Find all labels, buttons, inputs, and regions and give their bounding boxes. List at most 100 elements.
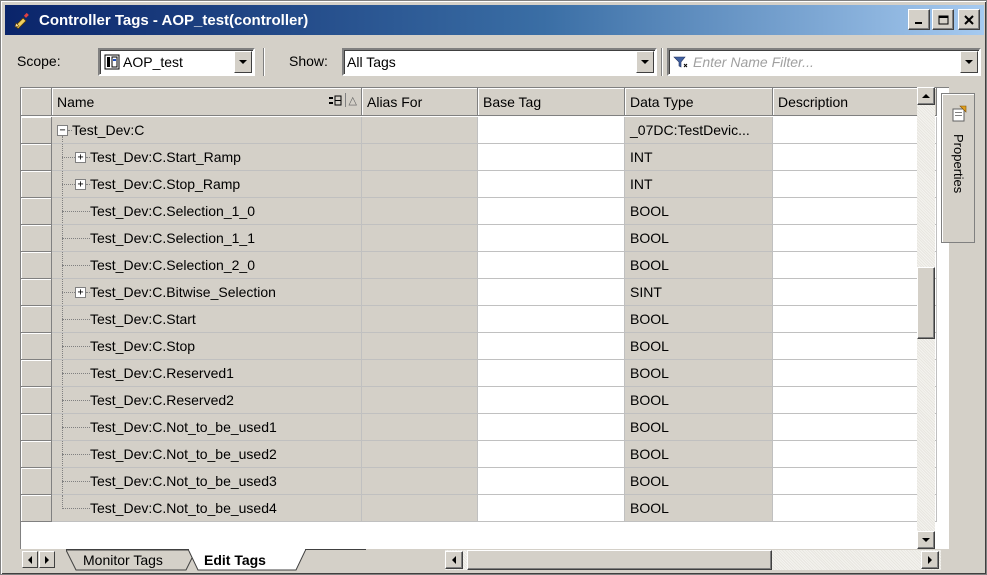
column-header-data-type[interactable]: Data Type (625, 88, 773, 116)
tab-scroll-left-button[interactable] (22, 551, 38, 568)
data-type-cell[interactable]: BOOL (625, 198, 773, 225)
description-cell[interactable] (773, 225, 937, 252)
table-row[interactable]: Test_Dev:C.Start BOOL (21, 306, 949, 333)
tab-monitor-tags[interactable]: Monitor Tags (83, 552, 163, 568)
title-bar[interactable]: Controller Tags - AOP_test(controller) (5, 5, 984, 35)
description-cell[interactable] (773, 252, 937, 279)
description-cell[interactable] (773, 441, 937, 468)
description-cell[interactable] (773, 495, 937, 522)
description-cell[interactable] (773, 387, 937, 414)
name-cell[interactable]: Test_Dev:C.Selection_1_1 (52, 225, 362, 252)
table-row[interactable]: Test_Dev:C.Reserved2 BOOL (21, 387, 949, 414)
data-type-cell[interactable]: BOOL (625, 441, 773, 468)
chevron-down-icon[interactable] (234, 51, 252, 73)
table-row[interactable]: − Test_Dev:C _07DC:TestDevic... (21, 117, 949, 144)
base-tag-cell[interactable] (478, 117, 625, 144)
data-type-cell[interactable]: BOOL (625, 360, 773, 387)
table-row[interactable]: Test_Dev:C.Not_to_be_used4 BOOL (21, 495, 949, 522)
row-header[interactable] (21, 333, 52, 360)
base-tag-cell[interactable] (478, 225, 625, 252)
alias-for-cell[interactable] (362, 387, 478, 414)
description-cell[interactable] (773, 117, 937, 144)
data-type-cell[interactable]: BOOL (625, 306, 773, 333)
expand-icon[interactable]: + (75, 152, 86, 163)
close-button[interactable] (958, 9, 980, 30)
tab-scroll-right-button[interactable] (39, 551, 55, 568)
alias-for-cell[interactable] (362, 306, 478, 333)
base-tag-cell[interactable] (478, 495, 625, 522)
expand-icon[interactable]: + (75, 287, 86, 298)
tag-grid[interactable]: Name △ Alias For Base Tag Data Type Desc… (20, 87, 949, 549)
name-cell[interactable]: Test_Dev:C.Reserved1 (52, 360, 362, 387)
alias-for-cell[interactable] (362, 252, 478, 279)
tab-edit-tags[interactable]: Edit Tags (204, 552, 266, 568)
row-header[interactable] (21, 252, 52, 279)
row-header[interactable] (21, 495, 52, 522)
table-row[interactable]: Test_Dev:C.Not_to_be_used1 BOOL (21, 414, 949, 441)
vertical-scroll-thumb[interactable] (917, 267, 935, 339)
name-cell[interactable]: Test_Dev:C.Not_to_be_used2 (52, 441, 362, 468)
alias-for-cell[interactable] (362, 171, 478, 198)
description-cell[interactable] (773, 198, 937, 225)
properties-side-tab[interactable]: Properties (941, 93, 975, 243)
name-cell[interactable]: Test_Dev:C.Start (52, 306, 362, 333)
name-cell[interactable]: Test_Dev:C.Not_to_be_used1 (52, 414, 362, 441)
name-cell[interactable]: + Test_Dev:C.Start_Ramp (52, 144, 362, 171)
column-header-alias-for[interactable]: Alias For (362, 88, 478, 116)
minimize-button[interactable] (908, 9, 930, 30)
row-header[interactable] (21, 279, 52, 306)
base-tag-cell[interactable] (478, 333, 625, 360)
data-type-cell[interactable]: BOOL (625, 414, 773, 441)
sort-ascending-icon[interactable]: △ (349, 94, 357, 107)
alias-for-cell[interactable] (362, 360, 478, 387)
data-type-cell[interactable]: BOOL (625, 495, 773, 522)
name-cell[interactable]: Test_Dev:C.Not_to_be_used4 (52, 495, 362, 522)
table-row[interactable]: Test_Dev:C.Stop BOOL (21, 333, 949, 360)
description-cell[interactable] (773, 306, 937, 333)
name-cell[interactable]: + Test_Dev:C.Stop_Ramp (52, 171, 362, 198)
row-header[interactable] (21, 360, 52, 387)
scroll-down-button[interactable] (917, 531, 935, 549)
description-cell[interactable] (773, 144, 937, 171)
base-tag-cell[interactable] (478, 252, 625, 279)
base-tag-cell[interactable] (478, 171, 625, 198)
table-row[interactable]: Test_Dev:C.Selection_1_0 BOOL (21, 198, 949, 225)
row-header[interactable] (21, 468, 52, 495)
name-filter-input[interactable]: Enter Name Filter... (667, 48, 981, 76)
row-header[interactable] (21, 414, 52, 441)
row-header[interactable] (21, 144, 52, 171)
scope-select[interactable]: AOP_test (98, 48, 255, 76)
alias-for-cell[interactable] (362, 279, 478, 306)
alias-for-cell[interactable] (362, 144, 478, 171)
row-header[interactable] (21, 171, 52, 198)
name-cell[interactable]: Test_Dev:C.Stop (52, 333, 362, 360)
base-tag-cell[interactable] (478, 414, 625, 441)
description-cell[interactable] (773, 171, 937, 198)
table-row[interactable]: Test_Dev:C.Reserved1 BOOL (21, 360, 949, 387)
base-tag-cell[interactable] (478, 144, 625, 171)
base-tag-cell[interactable] (478, 306, 625, 333)
collapse-icon[interactable]: − (57, 125, 68, 136)
data-type-cell[interactable]: BOOL (625, 387, 773, 414)
alias-for-cell[interactable] (362, 468, 478, 495)
row-header[interactable] (21, 198, 52, 225)
base-tag-cell[interactable] (478, 279, 625, 306)
scroll-right-button[interactable] (921, 551, 939, 569)
alias-for-cell[interactable] (362, 333, 478, 360)
name-cell[interactable]: + Test_Dev:C.Bitwise_Selection (52, 279, 362, 306)
base-tag-cell[interactable] (478, 198, 625, 225)
alias-for-cell[interactable] (362, 495, 478, 522)
name-cell[interactable]: Test_Dev:C.Reserved2 (52, 387, 362, 414)
table-row[interactable]: Test_Dev:C.Selection_2_0 BOOL (21, 252, 949, 279)
show-select[interactable]: All Tags (342, 48, 657, 76)
column-chooser-icon[interactable] (328, 95, 342, 106)
maximize-button[interactable] (932, 9, 954, 30)
description-cell[interactable] (773, 468, 937, 495)
data-type-cell[interactable]: INT (625, 171, 773, 198)
row-header[interactable] (21, 117, 52, 144)
row-header[interactable] (21, 306, 52, 333)
alias-for-cell[interactable] (362, 225, 478, 252)
data-type-cell[interactable]: BOOL (625, 252, 773, 279)
vertical-scrollbar[interactable] (917, 87, 935, 549)
description-cell[interactable] (773, 360, 937, 387)
